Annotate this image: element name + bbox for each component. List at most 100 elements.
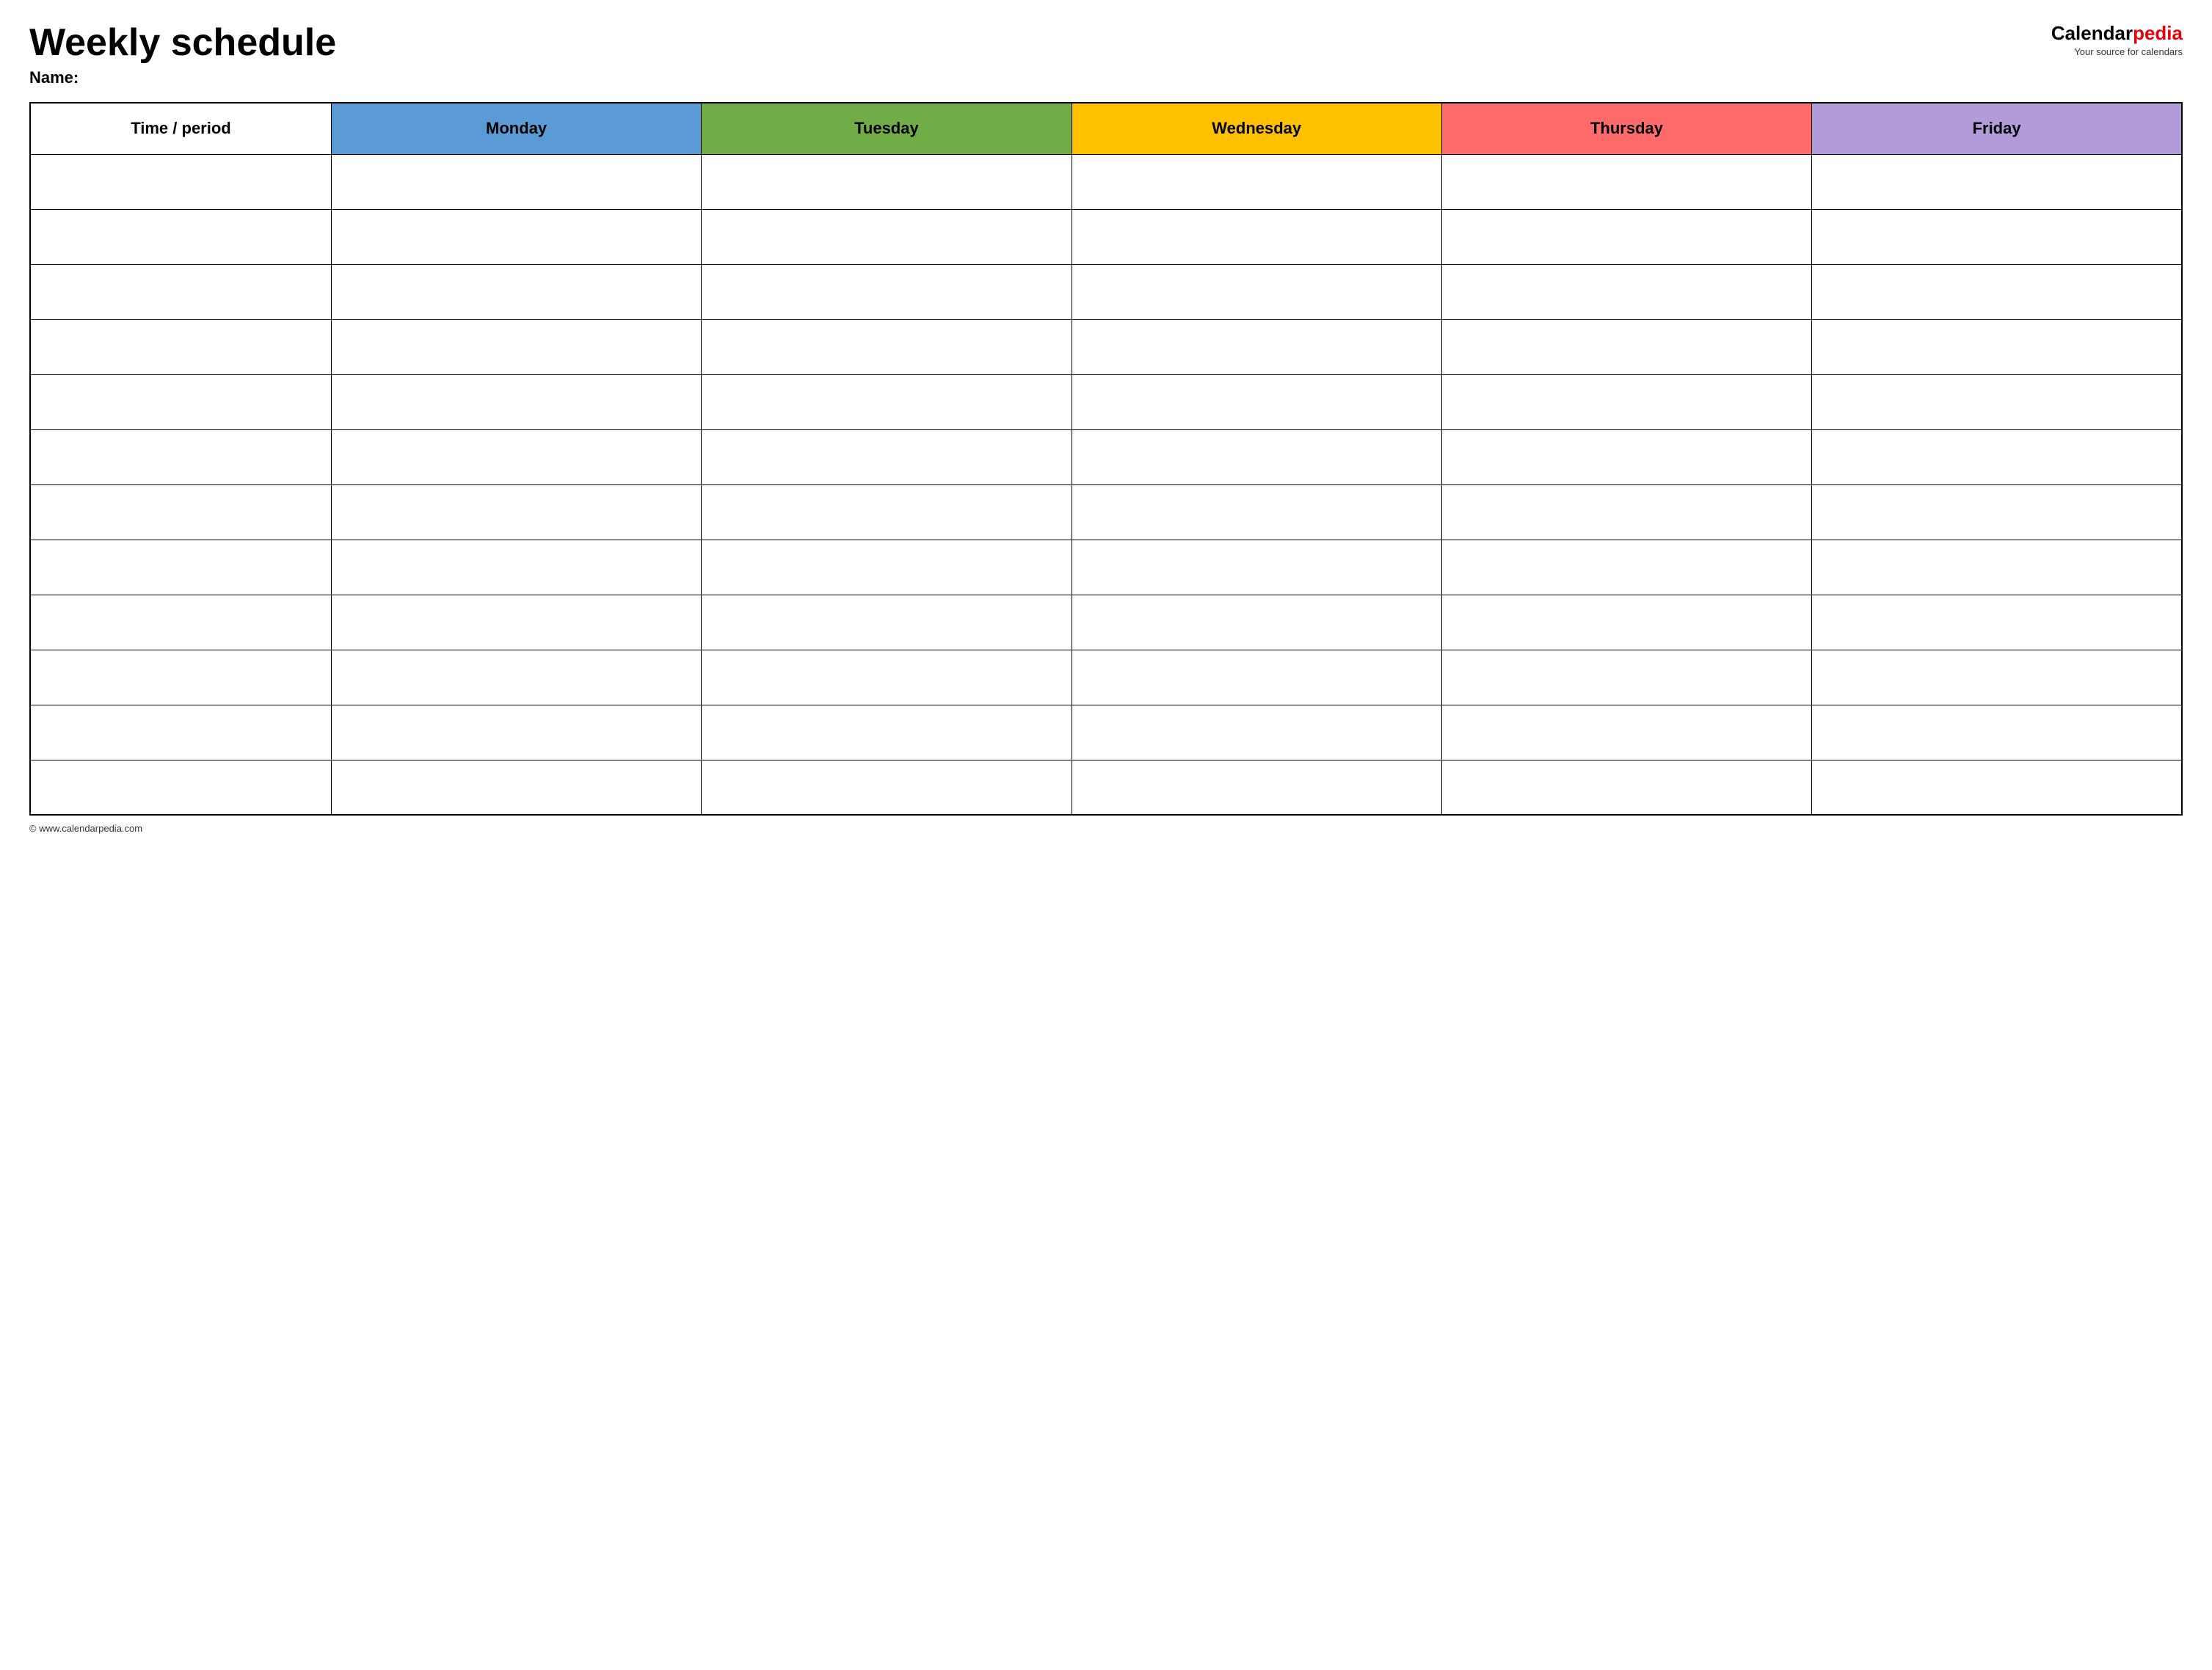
header-tuesday: Tuesday	[702, 103, 1072, 154]
schedule-cell[interactable]	[1072, 760, 1441, 815]
schedule-cell[interactable]	[331, 429, 701, 484]
schedule-cell[interactable]	[1441, 429, 1811, 484]
table-row	[30, 760, 2182, 815]
schedule-cell[interactable]	[1812, 154, 2182, 209]
schedule-cell[interactable]	[1441, 484, 1811, 540]
schedule-cell[interactable]	[331, 595, 701, 650]
schedule-cell[interactable]	[1812, 540, 2182, 595]
time-cell[interactable]	[30, 540, 331, 595]
schedule-cell[interactable]	[702, 540, 1072, 595]
schedule-cell[interactable]	[1441, 264, 1811, 319]
schedule-cell[interactable]	[1812, 209, 2182, 264]
schedule-cell[interactable]	[331, 760, 701, 815]
schedule-cell[interactable]	[1441, 374, 1811, 429]
header-wednesday: Wednesday	[1072, 103, 1441, 154]
header-time: Time / period	[30, 103, 331, 154]
time-cell[interactable]	[30, 760, 331, 815]
schedule-cell[interactable]	[331, 540, 701, 595]
title-section: Weekly schedule Name:	[29, 22, 336, 87]
schedule-cell[interactable]	[1441, 760, 1811, 815]
schedule-cell[interactable]	[1072, 264, 1441, 319]
copyright-text: © www.calendarpedia.com	[29, 823, 142, 834]
schedule-cell[interactable]	[331, 319, 701, 374]
table-row	[30, 374, 2182, 429]
time-cell[interactable]	[30, 705, 331, 760]
schedule-cell[interactable]	[1441, 540, 1811, 595]
table-row	[30, 705, 2182, 760]
schedule-cell[interactable]	[702, 154, 1072, 209]
schedule-cell[interactable]	[702, 705, 1072, 760]
schedule-cell[interactable]	[702, 650, 1072, 705]
time-cell[interactable]	[30, 209, 331, 264]
schedule-cell[interactable]	[1072, 209, 1441, 264]
schedule-cell[interactable]	[1812, 705, 2182, 760]
schedule-cell[interactable]	[1812, 484, 2182, 540]
schedule-cell[interactable]	[331, 209, 701, 264]
schedule-cell[interactable]	[1072, 705, 1441, 760]
table-row	[30, 540, 2182, 595]
schedule-cell[interactable]	[1072, 154, 1441, 209]
time-cell[interactable]	[30, 319, 331, 374]
page-header: Weekly schedule Name: Calendarpedia Your…	[29, 22, 2183, 87]
schedule-cell[interactable]	[1812, 319, 2182, 374]
table-header-row: Time / period Monday Tuesday Wednesday T…	[30, 103, 2182, 154]
table-row	[30, 209, 2182, 264]
schedule-cell[interactable]	[702, 595, 1072, 650]
schedule-cell[interactable]	[702, 264, 1072, 319]
time-cell[interactable]	[30, 650, 331, 705]
schedule-cell[interactable]	[331, 484, 701, 540]
time-cell[interactable]	[30, 595, 331, 650]
schedule-cell[interactable]	[702, 374, 1072, 429]
header-friday: Friday	[1812, 103, 2182, 154]
schedule-cell[interactable]	[1072, 595, 1441, 650]
schedule-cell[interactable]	[1812, 429, 2182, 484]
table-row	[30, 319, 2182, 374]
schedule-cell[interactable]	[1441, 650, 1811, 705]
schedule-cell[interactable]	[1441, 154, 1811, 209]
time-cell[interactable]	[30, 374, 331, 429]
schedule-cell[interactable]	[1072, 540, 1441, 595]
table-row	[30, 154, 2182, 209]
logo-pedia: pedia	[2133, 22, 2183, 44]
time-cell[interactable]	[30, 484, 331, 540]
logo-text: Calendarpedia	[2051, 22, 2183, 45]
schedule-cell[interactable]	[1812, 264, 2182, 319]
schedule-cell[interactable]	[331, 154, 701, 209]
schedule-cell[interactable]	[1812, 595, 2182, 650]
header-monday: Monday	[331, 103, 701, 154]
time-cell[interactable]	[30, 264, 331, 319]
schedule-cell[interactable]	[702, 760, 1072, 815]
schedule-cell[interactable]	[1812, 374, 2182, 429]
schedule-cell[interactable]	[331, 705, 701, 760]
schedule-cell[interactable]	[702, 484, 1072, 540]
schedule-cell[interactable]	[702, 319, 1072, 374]
time-cell[interactable]	[30, 154, 331, 209]
schedule-cell[interactable]	[1441, 209, 1811, 264]
schedule-cell[interactable]	[1072, 374, 1441, 429]
schedule-cell[interactable]	[1072, 484, 1441, 540]
schedule-cell[interactable]	[1812, 650, 2182, 705]
time-cell[interactable]	[30, 429, 331, 484]
schedule-cell[interactable]	[702, 429, 1072, 484]
table-row	[30, 484, 2182, 540]
header-thursday: Thursday	[1441, 103, 1811, 154]
schedule-cell[interactable]	[1812, 760, 2182, 815]
page-title: Weekly schedule	[29, 22, 336, 64]
logo-tagline: Your source for calendars	[2074, 46, 2183, 57]
schedule-cell[interactable]	[1441, 595, 1811, 650]
schedule-cell[interactable]	[702, 209, 1072, 264]
schedule-cell[interactable]	[1072, 319, 1441, 374]
table-row	[30, 429, 2182, 484]
logo-section: Calendarpedia Your source for calendars	[2051, 22, 2183, 57]
schedule-cell[interactable]	[1072, 429, 1441, 484]
schedule-cell[interactable]	[1441, 319, 1811, 374]
weekly-schedule-table: Time / period Monday Tuesday Wednesday T…	[29, 102, 2183, 816]
logo-calendar: Calendar	[2051, 22, 2133, 44]
page-footer: © www.calendarpedia.com	[29, 823, 2183, 834]
schedule-cell[interactable]	[331, 374, 701, 429]
table-row	[30, 650, 2182, 705]
schedule-cell[interactable]	[1072, 650, 1441, 705]
schedule-cell[interactable]	[331, 650, 701, 705]
schedule-cell[interactable]	[1441, 705, 1811, 760]
schedule-cell[interactable]	[331, 264, 701, 319]
